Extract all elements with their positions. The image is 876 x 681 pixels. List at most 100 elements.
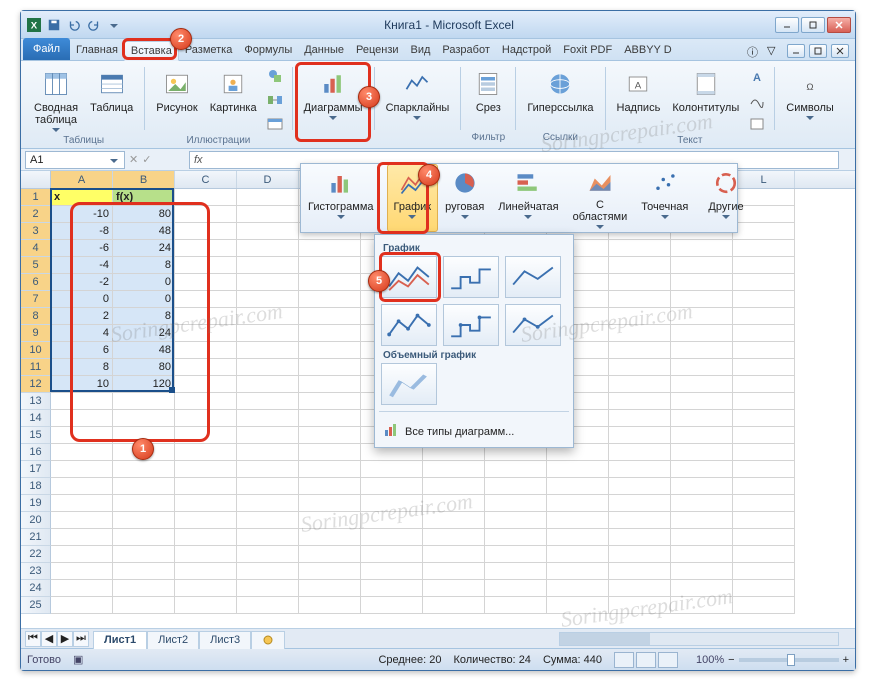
- cell-C2[interactable]: [175, 206, 237, 223]
- redo-icon[interactable]: [85, 16, 103, 34]
- cell-A18[interactable]: [51, 478, 113, 495]
- cell-L7[interactable]: [733, 291, 795, 308]
- line-chart-type-4[interactable]: [381, 304, 437, 346]
- cell-K8[interactable]: [671, 308, 733, 325]
- cell-K21[interactable]: [671, 529, 733, 546]
- cell-L22[interactable]: [733, 546, 795, 563]
- cell-C3[interactable]: [175, 223, 237, 240]
- view-normal-button[interactable]: [614, 652, 634, 668]
- row-header-4[interactable]: 4: [21, 240, 51, 257]
- chevron-down-icon[interactable]: [108, 157, 120, 163]
- cell-E9[interactable]: [299, 325, 361, 342]
- cell-C13[interactable]: [175, 393, 237, 410]
- cell-E22[interactable]: [299, 546, 361, 563]
- cell-A11[interactable]: 8: [51, 359, 113, 376]
- cell-L10[interactable]: [733, 342, 795, 359]
- cell-F25[interactable]: [361, 597, 423, 614]
- tab-надстрой[interactable]: Надстрой: [496, 40, 557, 60]
- row-header-13[interactable]: 13: [21, 393, 51, 410]
- cell-J6[interactable]: [609, 274, 671, 291]
- cell-C21[interactable]: [175, 529, 237, 546]
- minimize-button[interactable]: [775, 17, 799, 33]
- cell-G19[interactable]: [423, 495, 485, 512]
- cell-G17[interactable]: [423, 461, 485, 478]
- tab-рецензи[interactable]: Рецензи: [350, 40, 405, 60]
- cell-D11[interactable]: [237, 359, 299, 376]
- cell-A1[interactable]: x: [51, 189, 113, 206]
- cell-J20[interactable]: [609, 512, 671, 529]
- line-chart-type-5[interactable]: [443, 304, 499, 346]
- cell-D12[interactable]: [237, 376, 299, 393]
- cell-B25[interactable]: [113, 597, 175, 614]
- cell-E20[interactable]: [299, 512, 361, 529]
- row-header-16[interactable]: 16: [21, 444, 51, 461]
- cell-L5[interactable]: [733, 257, 795, 274]
- doc-minimize-button[interactable]: [787, 44, 805, 58]
- chart-type-bar-chart[interactable]: Линейчатая: [491, 164, 565, 232]
- cell-L18[interactable]: [733, 478, 795, 495]
- cell-D1[interactable]: [237, 189, 299, 206]
- cell-C10[interactable]: [175, 342, 237, 359]
- cell-J12[interactable]: [609, 376, 671, 393]
- cell-B18[interactable]: [113, 478, 175, 495]
- cell-K13[interactable]: [671, 393, 733, 410]
- cell-A19[interactable]: [51, 495, 113, 512]
- cell-A3[interactable]: -8: [51, 223, 113, 240]
- cell-B13[interactable]: [113, 393, 175, 410]
- table-button[interactable]: Таблица: [85, 65, 138, 117]
- enter-icon[interactable]: ✓: [142, 153, 151, 166]
- row-header-9[interactable]: 9: [21, 325, 51, 342]
- row-header-12[interactable]: 12: [21, 376, 51, 393]
- cell-B8[interactable]: 8: [113, 308, 175, 325]
- cell-L19[interactable]: [733, 495, 795, 512]
- cell-C19[interactable]: [175, 495, 237, 512]
- line-chart-type-2[interactable]: [443, 256, 499, 298]
- cell-D6[interactable]: [237, 274, 299, 291]
- cell-K14[interactable]: [671, 410, 733, 427]
- cell-A12[interactable]: 10: [51, 376, 113, 393]
- cell-A7[interactable]: 0: [51, 291, 113, 308]
- cell-D13[interactable]: [237, 393, 299, 410]
- undo-icon[interactable]: [65, 16, 83, 34]
- row-header-5[interactable]: 5: [21, 257, 51, 274]
- cell-E16[interactable]: [299, 444, 361, 461]
- tab-данные[interactable]: Данные: [298, 40, 350, 60]
- prev-sheet-button[interactable]: ◀: [41, 631, 57, 647]
- cell-L15[interactable]: [733, 427, 795, 444]
- cell-C17[interactable]: [175, 461, 237, 478]
- cell-A2[interactable]: -10: [51, 206, 113, 223]
- cell-A24[interactable]: [51, 580, 113, 597]
- 3d-line-chart-type[interactable]: [381, 363, 437, 405]
- cell-D16[interactable]: [237, 444, 299, 461]
- cell-K9[interactable]: [671, 325, 733, 342]
- cell-G22[interactable]: [423, 546, 485, 563]
- cell-G23[interactable]: [423, 563, 485, 580]
- cell-G18[interactable]: [423, 478, 485, 495]
- cell-C16[interactable]: [175, 444, 237, 461]
- slicer-button[interactable]: Срез: [467, 65, 509, 117]
- cell-B1[interactable]: f(x): [113, 189, 175, 206]
- cell-H19[interactable]: [485, 495, 547, 512]
- cell-A9[interactable]: 4: [51, 325, 113, 342]
- tab-foxit pdf[interactable]: Foxit PDF: [557, 40, 618, 60]
- cell-G21[interactable]: [423, 529, 485, 546]
- cell-K11[interactable]: [671, 359, 733, 376]
- cell-K19[interactable]: [671, 495, 733, 512]
- cell-J18[interactable]: [609, 478, 671, 495]
- file-tab[interactable]: Файл: [23, 38, 70, 60]
- cell-H25[interactable]: [485, 597, 547, 614]
- cell-I19[interactable]: [547, 495, 609, 512]
- zoom-in-button[interactable]: +: [843, 654, 849, 666]
- row-headers[interactable]: 1234567891011121314151617181920212223242…: [21, 189, 51, 614]
- cell-L17[interactable]: [733, 461, 795, 478]
- cell-H21[interactable]: [485, 529, 547, 546]
- row-header-15[interactable]: 15: [21, 427, 51, 444]
- cell-H17[interactable]: [485, 461, 547, 478]
- cell-B12[interactable]: 120: [113, 376, 175, 393]
- row-header-24[interactable]: 24: [21, 580, 51, 597]
- cell-L25[interactable]: [733, 597, 795, 614]
- cell-B6[interactable]: 0: [113, 274, 175, 291]
- cell-B2[interactable]: 80: [113, 206, 175, 223]
- cell-F24[interactable]: [361, 580, 423, 597]
- cell-K4[interactable]: [671, 240, 733, 257]
